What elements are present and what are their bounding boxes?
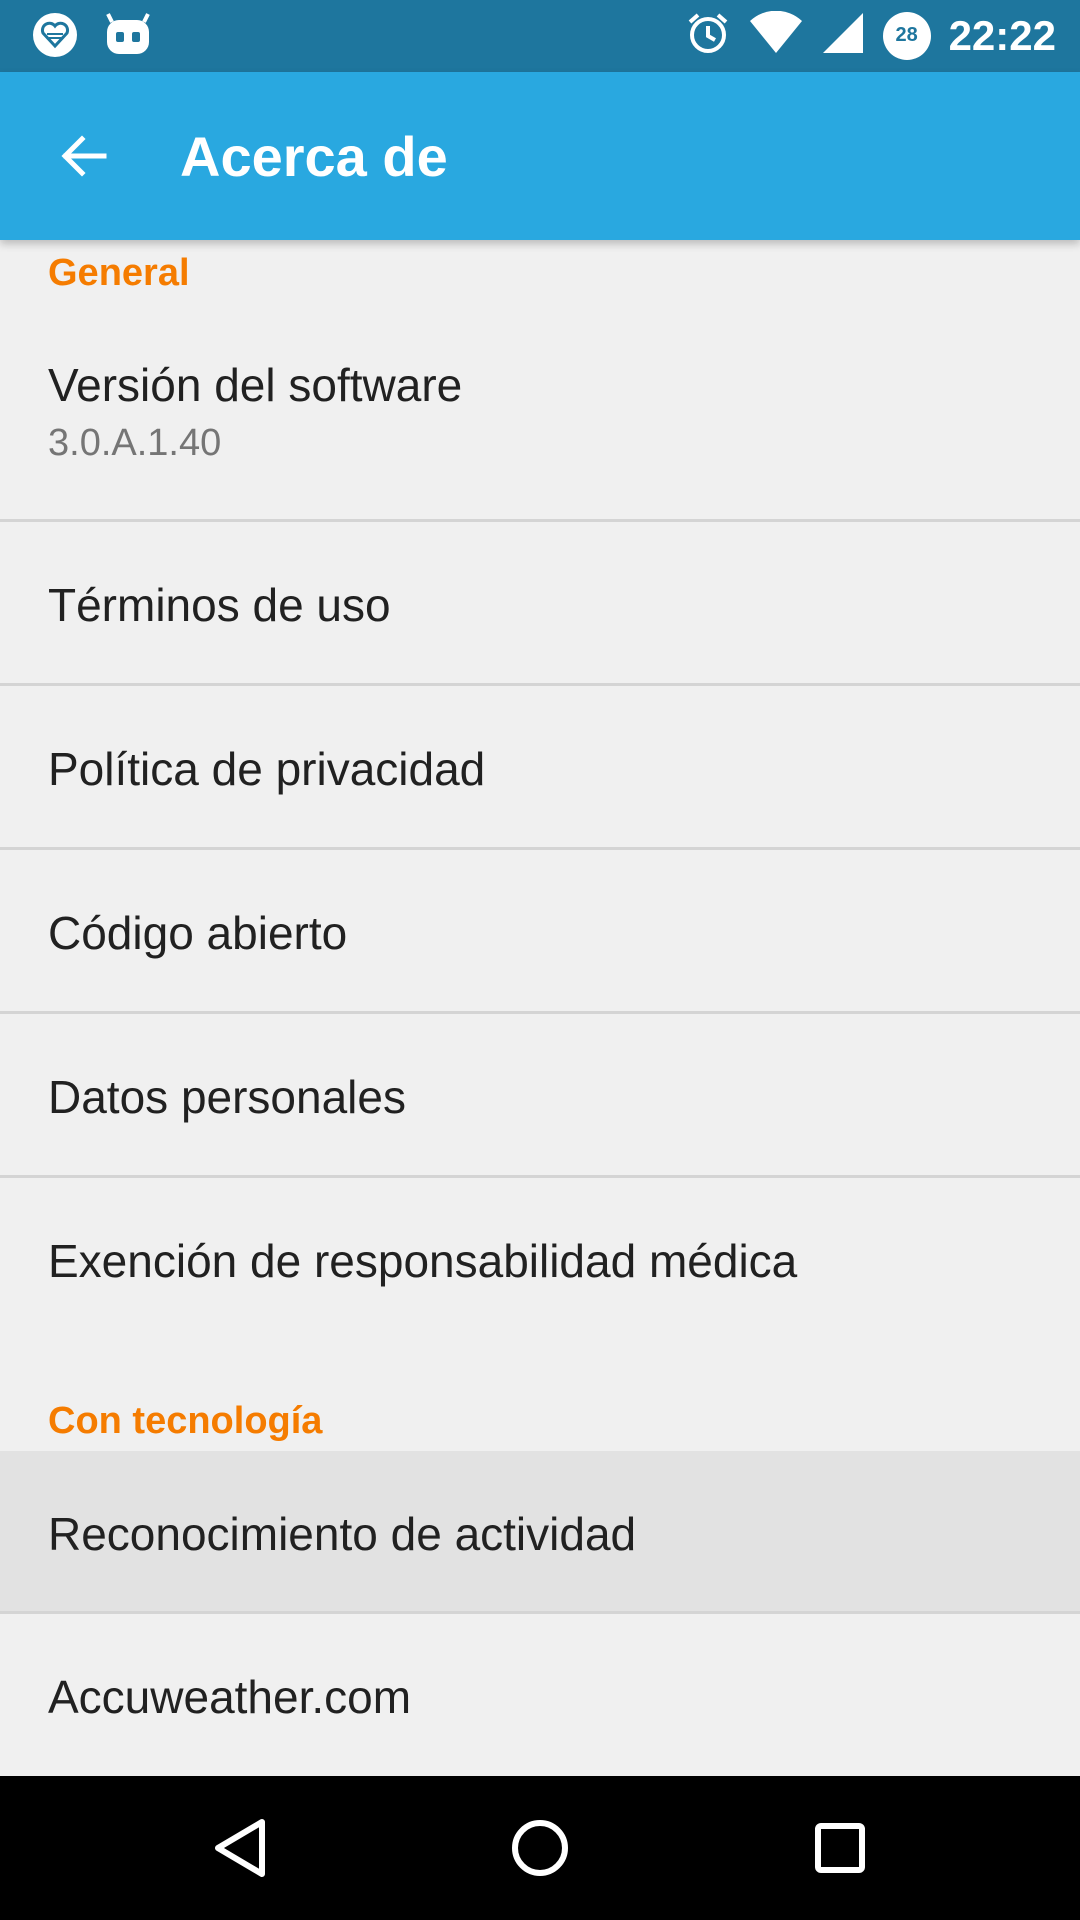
privacy-label: Política de privacidad — [48, 743, 486, 795]
open-source-label: Código abierto — [48, 907, 348, 959]
cyanogen-icon — [104, 12, 152, 63]
page-title: Acerca de — [180, 125, 448, 188]
list-item-terms[interactable]: Términos de uso — [0, 522, 1080, 682]
wifi-icon — [749, 10, 803, 60]
activity-recognition-label: Reconocimiento de actividad — [48, 1508, 637, 1560]
terms-label: Términos de uso — [48, 579, 391, 631]
list-item-software-version[interactable]: Versión del software 3.0.A.1.40 — [0, 320, 1080, 480]
alarm-icon — [685, 10, 731, 61]
navigation-bar — [0, 1776, 1080, 1920]
section-header-powered-by: Con tecnología — [48, 1400, 323, 1442]
list-item-privacy[interactable]: Política de privacidad — [0, 686, 1080, 846]
nav-home-icon[interactable] — [504, 1812, 576, 1884]
accuweather-label: Accuweather.com — [48, 1671, 412, 1723]
list-item-open-source[interactable]: Código abierto — [0, 850, 1080, 1010]
battery-level: 28 — [895, 24, 918, 46]
section-header-general: General — [48, 252, 190, 294]
app-bar: Acerca de — [0, 72, 1080, 240]
cell-signal-icon — [821, 11, 865, 60]
software-version-label: Versión del software — [48, 359, 463, 411]
arrow-back-icon[interactable] — [56, 128, 112, 184]
list-item-medical-disclaimer[interactable]: Exención de responsabilidad médica — [0, 1178, 1080, 1338]
battery-icon: 28 — [882, 11, 931, 60]
list-item-activity-recognition[interactable]: Reconocimiento de actividad — [0, 1451, 1080, 1611]
status-time: 22:22 — [948, 11, 1056, 59]
list-item-personal-data[interactable]: Datos personales — [0, 1014, 1080, 1174]
medical-disclaimer-label: Exención de responsabilidad médica — [48, 1235, 798, 1287]
list-item-accuweather[interactable]: Accuweather.com — [0, 1614, 1080, 1774]
personal-data-label: Datos personales — [48, 1071, 406, 1123]
nav-recents-icon[interactable] — [804, 1812, 876, 1884]
heart-notification-icon — [32, 12, 78, 63]
settings-list: General Versión del software 3.0.A.1.40 … — [0, 240, 1080, 1776]
software-version-value: 3.0.A.1.40 — [48, 422, 222, 464]
nav-back-icon[interactable] — [204, 1812, 276, 1884]
status-bar: 28 22:22 — [0, 0, 1080, 72]
